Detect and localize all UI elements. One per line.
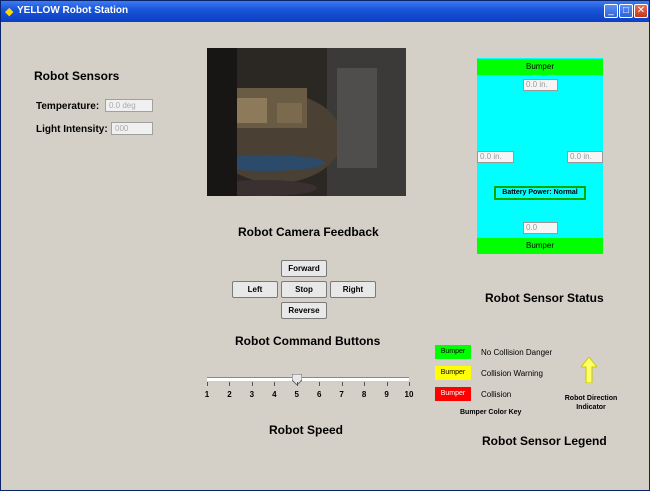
- speed-tick-label: 9: [384, 390, 389, 399]
- speed-tick: [207, 382, 208, 386]
- sensor-status-panel: Bumper 0.0 in. 0.0 in. 0.0 in. Battery P…: [477, 58, 603, 254]
- stop-button[interactable]: Stop: [281, 281, 327, 298]
- legend-heading: Robot Sensor Legend: [482, 434, 607, 448]
- legend-text-collision: Collision: [481, 390, 512, 399]
- speed-tick: [319, 382, 321, 386]
- minimize-button[interactable]: _: [604, 4, 618, 18]
- direction-label-line2: Indicator: [576, 404, 606, 411]
- rear-distance-field: 0.0: [523, 222, 558, 234]
- temperature-field: 0.0 deg: [105, 99, 153, 112]
- speed-tick: [229, 382, 231, 386]
- reverse-button[interactable]: Reverse: [281, 302, 327, 319]
- top-bumper-indicator: Bumper: [477, 59, 603, 75]
- commands-heading: Robot Command Buttons: [235, 334, 381, 348]
- light-intensity-label: Light Intensity:: [36, 124, 108, 135]
- temperature-label: Temperature:: [36, 101, 100, 112]
- app-window: ◆ YELLOW Robot Station _ □ ✕ Robot Senso…: [0, 0, 650, 491]
- speed-tick: [296, 382, 298, 386]
- front-distance-field: 0.0 in.: [523, 79, 558, 91]
- speed-tick-label: 5: [294, 390, 299, 399]
- maximize-button[interactable]: □: [619, 4, 633, 18]
- speed-tick: [364, 382, 366, 386]
- speed-tick: [251, 382, 253, 386]
- light-intensity-field: 000: [111, 122, 153, 135]
- legend-chip-yellow: Bumper: [435, 366, 471, 380]
- sensors-heading: Robot Sensors: [34, 69, 120, 83]
- speed-tick-label: 2: [227, 390, 232, 399]
- left-distance-field: 0.0 in.: [477, 151, 514, 163]
- speed-slider-track[interactable]: [207, 377, 409, 382]
- camera-heading: Robot Camera Feedback: [238, 225, 379, 239]
- speed-tick-label: 3: [249, 390, 255, 399]
- speed-tick-label: 4: [272, 390, 277, 399]
- speed-tick: [409, 382, 410, 386]
- speed-tick-label: 10: [404, 390, 414, 399]
- speed-tick: [341, 382, 343, 386]
- direction-label-line1: Robot Direction: [564, 395, 618, 402]
- left-button[interactable]: Left: [232, 281, 278, 298]
- legend-text-no-danger: No Collision Danger: [481, 348, 553, 357]
- right-button[interactable]: Right: [330, 281, 376, 298]
- bottom-bumper-indicator: Bumper: [477, 238, 603, 254]
- right-distance-field: 0.0 in.: [567, 151, 603, 163]
- legend-text-warning: Collision Warning: [481, 369, 543, 378]
- legend-chip-green: Bumper: [435, 345, 471, 359]
- legend-chip-red: Bumper: [435, 387, 471, 401]
- status-heading: Robot Sensor Status: [485, 291, 604, 305]
- direction-arrow-icon: [579, 356, 599, 384]
- title-bar[interactable]: ◆ YELLOW Robot Station _ □ ✕: [1, 1, 649, 22]
- forward-button[interactable]: Forward: [281, 260, 327, 277]
- speed-tick: [386, 382, 388, 386]
- speed-tick: [274, 382, 276, 386]
- speed-tick-label: 7: [339, 390, 344, 399]
- app-icon: ◆: [5, 6, 14, 18]
- speed-tick-label: 1: [204, 390, 210, 399]
- direction-indicator-label: Robot Direction Indicator: [563, 394, 619, 412]
- close-button[interactable]: ✕: [634, 4, 648, 18]
- speed-tick-label: 8: [361, 390, 367, 399]
- camera-feed: [207, 48, 406, 196]
- battery-status: Battery Power: Normal: [494, 186, 586, 200]
- speed-heading: Robot Speed: [269, 423, 343, 437]
- window-title: YELLOW Robot Station: [17, 5, 129, 16]
- bumper-color-key-label: Bumper Color Key: [460, 409, 522, 416]
- speed-tick-label: 6: [316, 390, 322, 399]
- camera-image: [207, 48, 406, 196]
